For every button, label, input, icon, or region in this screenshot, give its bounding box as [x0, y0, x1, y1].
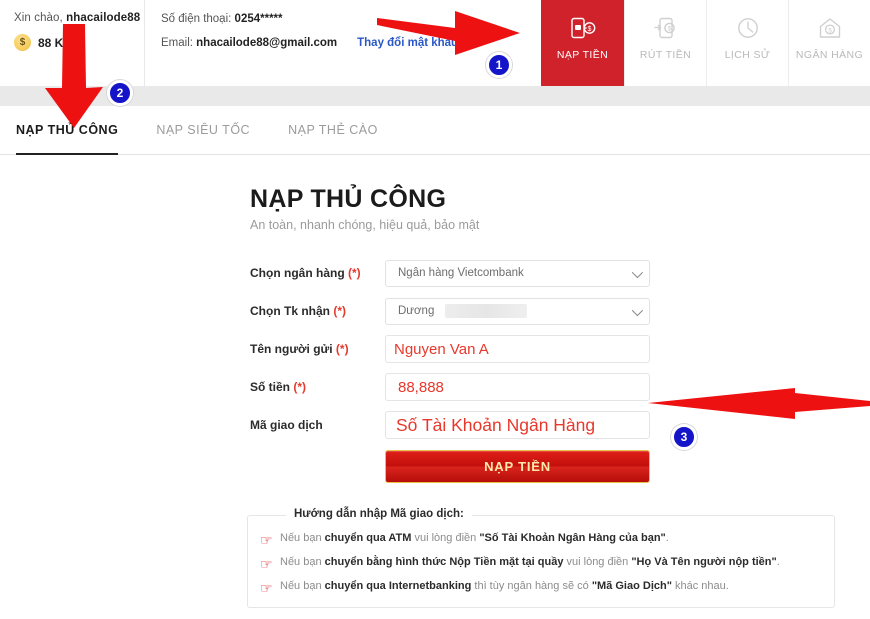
- email-group: Email: nhacailode88@gmail.com: [161, 37, 337, 49]
- page-subtitle: An toàn, nhanh chóng, hiệu quả, bảo mật: [250, 218, 480, 232]
- clock-history-icon: [735, 11, 761, 45]
- deposit-form: Chọn ngân hàng (*) Ngân hàng Vietcombank…: [250, 259, 650, 483]
- change-password-link[interactable]: Thay đổi mật khẩu: [357, 37, 458, 49]
- email-value: nhacailode88@gmail.com: [196, 37, 338, 49]
- account-summary: Xin chào, nhacailode88 $ 88 K: [0, 0, 145, 86]
- guide-text-part: Nếu bạn: [280, 580, 325, 592]
- sender-control: [385, 335, 650, 363]
- bank-label: Chọn ngân hàng (*): [250, 266, 385, 280]
- code-label-text: Mã giao dịch: [250, 418, 323, 432]
- coin-icon: $: [14, 34, 31, 51]
- contact-info: Số điện thoại: 0254***** Email: nhacailo…: [145, 0, 541, 86]
- pointing-hand-icon: ☞: [260, 532, 273, 548]
- deposit-submit-button[interactable]: NẠP TIỀN: [385, 450, 650, 483]
- guide-text-part: Nếu bạn: [280, 532, 325, 544]
- nav-label: NGÂN HÀNG: [795, 49, 864, 61]
- withdraw-phone-arrow-icon: $: [653, 11, 679, 45]
- guide-text-strong: chuyển qua ATM: [324, 532, 412, 544]
- bank-control: Ngân hàng Vietcombank: [385, 259, 650, 287]
- annotation-badge-3: 3: [671, 424, 697, 450]
- main-nav: $ NẠP TIỀN $ RÚT TIỀN LỊCH SỬ $ NGÂN HÀN…: [541, 0, 870, 104]
- email-label: Email:: [161, 37, 193, 49]
- greeting-prefix: Xin chào,: [14, 12, 63, 24]
- sender-label: Tên người gửi (*): [250, 342, 385, 356]
- guide-text-strong: "Họ Và Tên người nộp tiền": [631, 556, 777, 568]
- amount-control: [385, 373, 650, 401]
- field-row-sender: Tên người gửi (*): [250, 335, 650, 363]
- field-row-account: Chọn Tk nhận (*) Dương: [250, 297, 650, 325]
- guide-text-strong: chuyển bằng hình thức Nộp Tiền mặt tại q…: [324, 556, 564, 568]
- field-row-amount: Số tiền (*): [250, 373, 650, 401]
- phone-value: 0254*****: [234, 13, 283, 25]
- guide-list: ☞ Nếu bạn chuyển qua ATM vui lòng điền "…: [248, 516, 834, 595]
- bank-house-dollar-icon: $: [817, 11, 843, 45]
- code-label: Mã giao dịch: [250, 418, 385, 432]
- amount-label: Số tiền (*): [250, 380, 385, 394]
- deposit-phone-coin-icon: $: [570, 11, 596, 45]
- field-row-code: Mã giao dịch: [250, 411, 650, 439]
- pointing-hand-icon: ☞: [260, 580, 273, 596]
- bank-select[interactable]: Ngân hàng Vietcombank: [385, 259, 650, 287]
- sender-label-text: Tên người gửi (*): [250, 342, 349, 356]
- annotation-badge-1: 1: [486, 52, 512, 78]
- account-label: Chọn Tk nhận (*): [250, 304, 385, 318]
- nav-label: RÚT TIỀN: [639, 49, 692, 61]
- nav-label: NẠP TIỀN: [556, 49, 609, 61]
- username: nhacailode88: [66, 12, 141, 24]
- guide-text-part: .: [665, 532, 669, 544]
- receiving-account-select[interactable]: Dương: [385, 297, 650, 325]
- phone-row: Số điện thoại: 0254*****: [161, 13, 541, 25]
- greeting-line: Xin chào, nhacailode88: [14, 12, 144, 24]
- guide-item: ☞ Nếu bạn chuyển qua Internetbanking thì…: [260, 580, 834, 595]
- sender-name-input[interactable]: [385, 335, 650, 363]
- guide-text-strong: "Mã Giao Dịch": [591, 580, 672, 592]
- guide-item-text: Nếu bạn chuyển bằng hình thức Nộp Tiền m…: [280, 556, 780, 569]
- svg-text:$: $: [587, 26, 591, 33]
- submit-row: NẠP TIỀN: [250, 450, 650, 483]
- guide-text-part: khác nhau.: [671, 580, 729, 592]
- email-row: Email: nhacailode88@gmail.com Thay đổi m…: [161, 37, 541, 49]
- guide-item: ☞ Nếu bạn chuyển qua ATM vui lòng điền "…: [260, 532, 834, 547]
- guide-item-text: Nếu bạn chuyển qua Internetbanking thì t…: [280, 580, 729, 593]
- balance-amount: 88 K: [38, 35, 64, 50]
- nav-label: LỊCH SỬ: [724, 49, 771, 61]
- guide-item: ☞ Nếu bạn chuyển bằng hình thức Nộp Tiền…: [260, 556, 834, 571]
- phone-label: Số điện thoại:: [161, 13, 232, 25]
- tab-nap-sieu-toc[interactable]: NẠP SIÊU TỐC: [156, 106, 250, 155]
- guide-box: Hướng dẫn nhập Mã giao dịch: ☞ Nếu bạn c…: [247, 508, 835, 608]
- guide-text-part: .: [776, 556, 780, 568]
- account-label-text: Chọn Tk nhận (*): [250, 304, 346, 318]
- annotation-badge-2: 2: [107, 80, 133, 106]
- balance-row: $ 88 K: [14, 34, 144, 51]
- guide-text-part: vui lòng điền: [411, 532, 480, 544]
- guide-text-part: Nếu bạn: [280, 556, 325, 568]
- pointing-hand-icon: ☞: [260, 556, 273, 572]
- amount-label-text: Số tiền (*): [250, 380, 307, 394]
- guide-text-part: vui lòng điền: [563, 556, 632, 568]
- guide-text-strong: "Số Tài Khoản Ngân Hàng của bạn": [479, 532, 666, 544]
- svg-text:$: $: [667, 26, 671, 33]
- nav-item-nap-tien[interactable]: $ NẠP TIỀN: [541, 0, 624, 104]
- nav-item-ngan-hang[interactable]: $ NGÂN HÀNG: [788, 0, 870, 86]
- bank-label-text: Chọn ngân hàng (*): [250, 266, 361, 280]
- guide-text-strong: chuyển qua Internetbanking: [324, 580, 472, 592]
- guide-item-text: Nếu bạn chuyển qua ATM vui lòng điền "Số…: [280, 532, 669, 545]
- page-header: Xin chào, nhacailode88 $ 88 K Số điện th…: [0, 0, 870, 104]
- nav-item-rut-tien[interactable]: $ RÚT TIỀN: [624, 0, 706, 86]
- deposit-method-tabs: NẠP THỦ CÔNG NẠP SIÊU TỐC NẠP THẺ CÀO: [0, 106, 870, 155]
- guide-title: Hướng dẫn nhập Mã giao dịch:: [286, 508, 472, 520]
- transaction-code-input[interactable]: [385, 411, 650, 439]
- account-control: Dương: [385, 297, 650, 325]
- guide-text-part: thì tùy ngân hàng sẽ có: [471, 580, 592, 592]
- svg-text:$: $: [828, 27, 832, 34]
- tab-nap-thu-cong[interactable]: NẠP THỦ CÔNG: [16, 106, 119, 155]
- nav-item-lich-su[interactable]: LỊCH SỬ: [706, 0, 788, 86]
- page-title: NẠP THỦ CÔNG: [250, 185, 447, 213]
- field-row-bank: Chọn ngân hàng (*) Ngân hàng Vietcombank: [250, 259, 650, 287]
- amount-input[interactable]: [385, 373, 650, 401]
- code-control: [385, 411, 650, 439]
- tab-nap-the-cao[interactable]: NẠP THẺ CÀO: [288, 106, 378, 155]
